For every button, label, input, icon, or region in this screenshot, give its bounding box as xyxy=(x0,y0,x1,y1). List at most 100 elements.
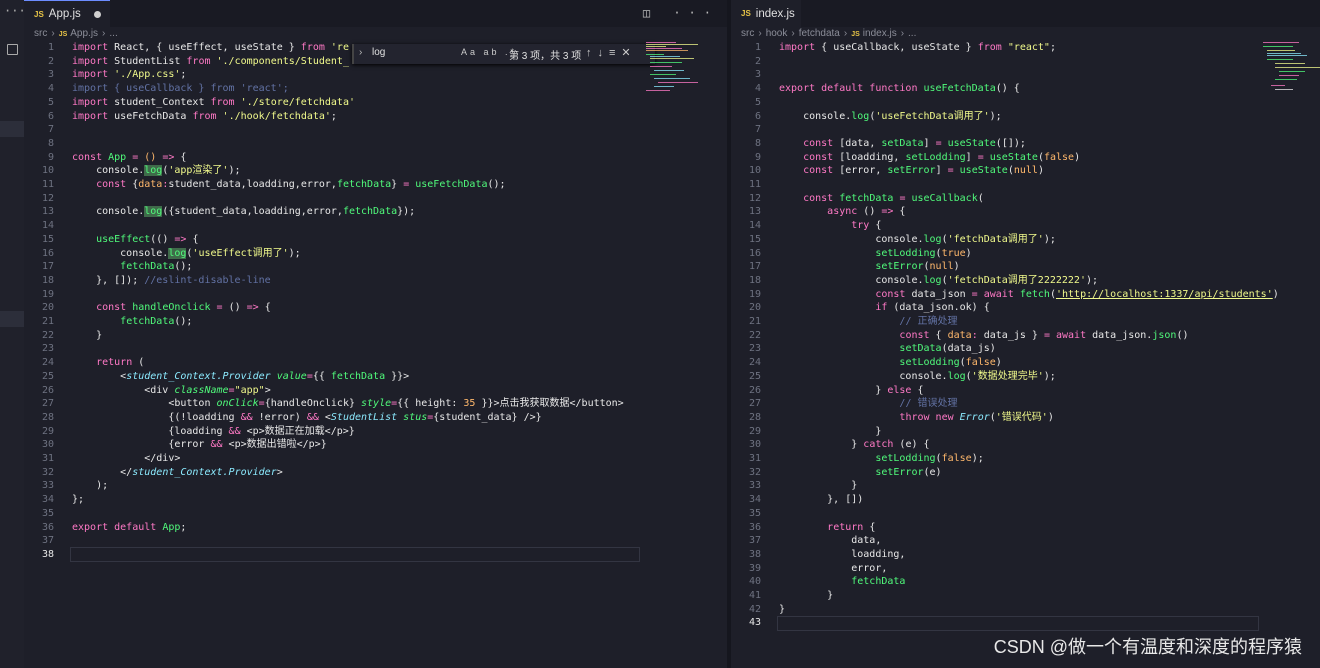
tab-index-js[interactable]: JS index.js xyxy=(731,0,801,27)
code-line[interactable]: console.log('app渲染了'); xyxy=(72,164,241,178)
chevron-right-icon[interactable]: › xyxy=(359,47,362,58)
code-line[interactable]: setLodding(true) xyxy=(779,247,971,261)
code-line[interactable]: useEffect(() => { xyxy=(72,233,198,247)
code-line[interactable]: console.log('useEffect调用了'); xyxy=(72,247,301,261)
code-line[interactable]: const {data:student_data,loadding,error,… xyxy=(72,178,505,192)
line-number: 30 xyxy=(748,439,761,451)
more-icon[interactable]: ··· xyxy=(4,4,26,18)
find-nav-icons[interactable]: ↑↓≡✕ xyxy=(586,46,637,59)
code-line[interactable]: {error && <p>数据出错啦</p>} xyxy=(72,438,326,452)
code-line[interactable]: // 错误处理 xyxy=(779,397,957,411)
find-input[interactable]: log xyxy=(372,47,385,58)
minimap[interactable] xyxy=(646,41,702,101)
code-token: { xyxy=(180,151,187,163)
code-line[interactable]: console.log('useFetchData调用了'); xyxy=(779,110,1002,124)
right-editor[interactable]: JS index.js src › hook › fetchdata › JS index.j… xyxy=(731,0,1320,668)
code-line[interactable]: return ( xyxy=(72,356,144,370)
code-line[interactable]: } xyxy=(72,329,102,343)
code-line[interactable]: error, xyxy=(779,562,887,576)
breadcrumb-item[interactable]: App.js xyxy=(70,28,98,39)
code-token: ) xyxy=(1047,411,1054,423)
code-line[interactable]: console.log({student_data,loadding,error… xyxy=(72,205,415,219)
tab-app-js[interactable]: JS App.js xyxy=(24,0,110,27)
breadcrumb-item[interactable]: ... xyxy=(908,28,916,39)
code-line[interactable]: {(!loadding && !error) && <StudentList s… xyxy=(72,411,542,425)
code-line[interactable]: return { xyxy=(779,521,875,535)
code-line[interactable]: const data_json = await fetch('http://lo… xyxy=(779,288,1278,302)
code-line[interactable]: } else { xyxy=(779,384,923,398)
code-line[interactable]: import student_Context from './store/fet… xyxy=(72,96,355,110)
code-line[interactable]: console.log('fetchData调用了'); xyxy=(779,233,1056,247)
code-line[interactable]: } xyxy=(779,425,881,439)
breadcrumb-item[interactable]: src xyxy=(34,28,47,39)
code-line[interactable]: throw new Error('错误代码') xyxy=(779,411,1054,425)
code-token: return xyxy=(827,521,870,533)
code-token: loadding, xyxy=(779,548,906,560)
breadcrumb-item[interactable]: ... xyxy=(109,28,117,39)
code-line[interactable]: import useFetchData from './hook/fetchda… xyxy=(72,110,337,124)
code-token: {student_data} />} xyxy=(433,411,542,423)
code-line[interactable]: import React, { useEffect, useState } fr… xyxy=(72,41,349,55)
code-line[interactable]: import StudentList from './components/St… xyxy=(72,55,349,69)
code-token: fetchData xyxy=(851,576,906,588)
code-line[interactable]: loadding, xyxy=(779,548,905,562)
code-line[interactable]: <div className="app"> xyxy=(72,384,270,398)
code-line[interactable]: const fetchData = useCallback( xyxy=(779,192,984,206)
minimap[interactable] xyxy=(1263,41,1320,101)
code-line[interactable]: export default function useFetchData() { xyxy=(779,82,1020,96)
find-widget[interactable]: › log Aa ab .* 第 3 项，共 3 项 ↑↓≡✕ xyxy=(352,44,655,64)
code-line[interactable]: const { data: data_js } = await data_jso… xyxy=(779,329,1188,343)
code-line[interactable]: } xyxy=(779,479,857,493)
code-line[interactable]: if (data_json.ok) { xyxy=(779,301,989,315)
code-line[interactable]: <button onClick={handleOnclick} style={{… xyxy=(72,397,623,411)
code-line[interactable]: data, xyxy=(779,534,881,548)
code-line[interactable]: import { useCallback } from 'react'; xyxy=(72,82,289,96)
code-line[interactable]: // 正确处理 xyxy=(779,315,957,329)
code-line[interactable]: console.log('数据处理完毕'); xyxy=(779,370,1055,384)
code-line[interactable]: } xyxy=(779,603,785,617)
code-line[interactable]: console.log('fetchData调用了2222222'); xyxy=(779,274,1098,288)
breadcrumb-item[interactable]: fetchdata xyxy=(799,28,840,39)
code-line[interactable]: import './App.css'; xyxy=(72,68,186,82)
code-line[interactable]: async () => { xyxy=(779,205,905,219)
code-line[interactable]: setLodding(false) xyxy=(779,356,1001,370)
code-line[interactable]: setLodding(false); xyxy=(779,452,983,466)
code-line[interactable]: ); xyxy=(72,479,108,493)
breadcrumb-item[interactable]: index.js xyxy=(863,28,897,39)
code-line[interactable]: fetchData xyxy=(779,575,905,589)
code-line[interactable]: } xyxy=(779,589,833,603)
code-line[interactable]: export default App; xyxy=(72,521,186,535)
code-line[interactable]: fetchData(); xyxy=(72,315,192,329)
code-line[interactable]: try { xyxy=(779,219,881,233)
code-token: fetch xyxy=(1019,288,1050,300)
code-line[interactable]: const [error, setError] = useState(null) xyxy=(779,164,1044,178)
breadcrumb-item[interactable]: src xyxy=(741,28,754,39)
code-line[interactable]: const [data, setData] = useState([]); xyxy=(779,137,1026,151)
code-line[interactable]: setError(e) xyxy=(779,466,941,480)
code-line[interactable]: </div> xyxy=(72,452,180,466)
unsaved-dot-icon[interactable] xyxy=(94,11,101,18)
explorer-icon[interactable] xyxy=(7,44,18,55)
code-line[interactable]: const handleOnclick = () => { xyxy=(72,301,271,315)
code-line[interactable]: </student_Context.Provider> xyxy=(72,466,283,480)
code-line[interactable]: }, []) xyxy=(779,493,863,507)
code-line[interactable]: } catch (e) { xyxy=(779,438,929,452)
code-line[interactable]: }; xyxy=(72,493,84,507)
editor-actions[interactable]: ◫ ··· xyxy=(643,6,719,20)
line-number: 14 xyxy=(41,220,54,232)
breadcrumb-item[interactable]: hook xyxy=(766,28,788,39)
code-line[interactable]: import { useCallback, useState } from "r… xyxy=(779,41,1056,55)
left-editor[interactable]: JS App.js ◫ ··· src › JS App.js ›... 1 import… xyxy=(24,0,727,668)
code-line[interactable]: setError(null) xyxy=(779,260,959,274)
code-line[interactable]: setData(data_js) xyxy=(779,342,995,356)
code-token: <p>数据正在加载</p>} xyxy=(246,425,355,437)
code-line[interactable]: fetchData(); xyxy=(72,260,192,274)
code-token: import xyxy=(72,110,115,122)
code-line[interactable]: {loadding && <p>数据正在加载</p>} xyxy=(72,425,355,439)
code-line[interactable]: <student_Context.Provider value={{ fetch… xyxy=(72,370,409,384)
code-line[interactable]: const [loadding, setLodding] = useState(… xyxy=(779,151,1080,165)
code-line[interactable]: const App = () => { xyxy=(72,151,186,165)
code-line[interactable]: }, []); //eslint-disable-line xyxy=(72,274,271,288)
